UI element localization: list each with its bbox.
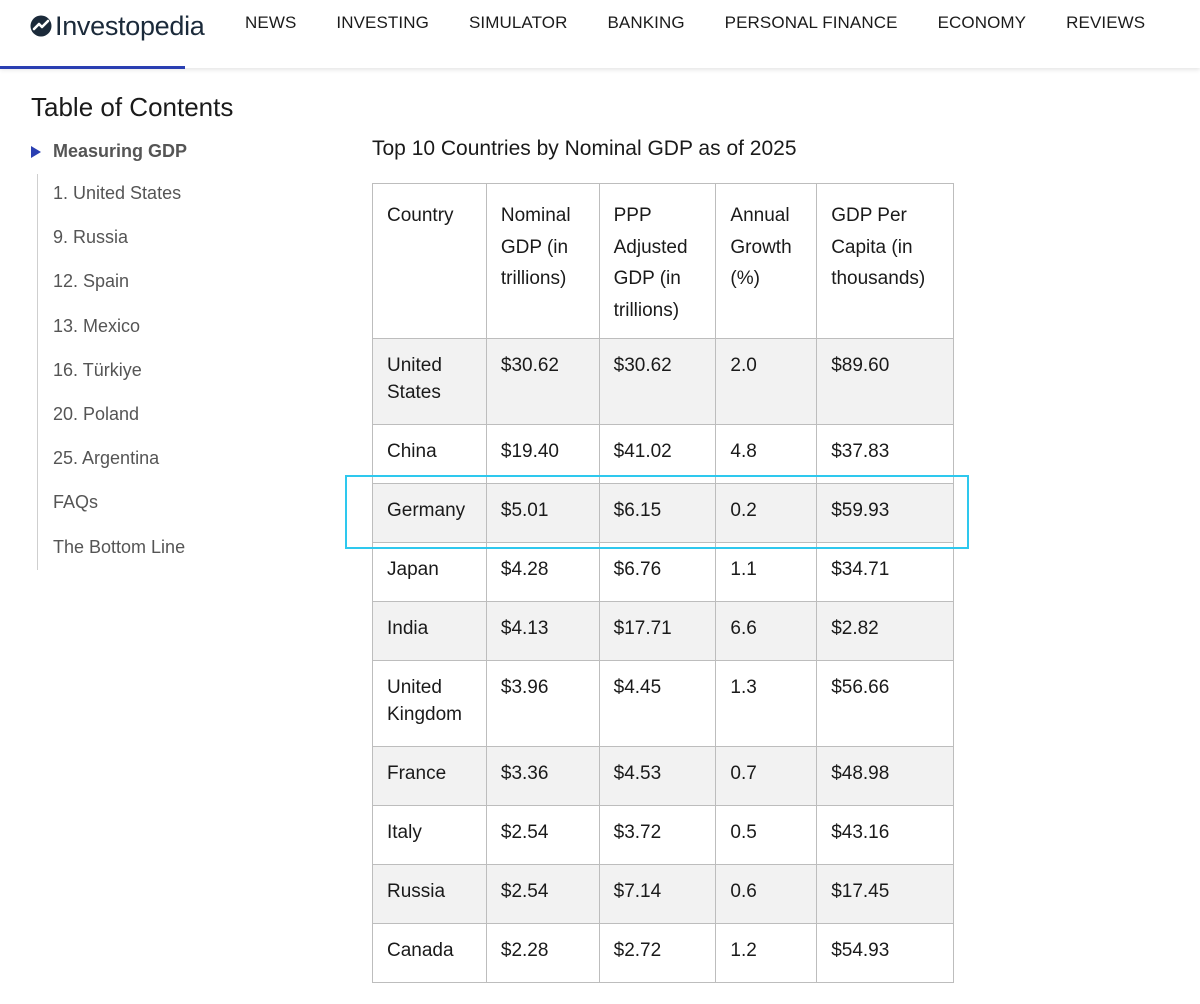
nav-personal-finance[interactable]: PERSONAL FINANCE [725,13,898,33]
toc-item-bottom-line[interactable]: The Bottom Line [53,534,185,578]
cell-country: Canada [372,923,487,983]
nav-reviews[interactable]: REVIEWS [1066,13,1145,33]
cell-country: Russia [372,864,487,924]
table-row: Japan $4.28 $6.76 1.1 $34.71 [372,542,954,602]
cell-per-capita: $48.98 [816,746,954,806]
cell-country: India [372,601,487,661]
header-nominal-gdp: Nominal GDP (in trillions) [485,183,600,339]
gdp-table: Country Nominal GDP (in trillions) PPP A… [372,183,954,983]
toc-current-label: Measuring GDP [53,141,188,161]
nav-investing[interactable]: INVESTING [336,13,429,33]
site-header: Investopedia NEWS INVESTING SIMULATOR BA… [0,0,1200,68]
nav-banking[interactable]: BANKING [607,13,684,33]
cell-nominal-gdp: $4.28 [485,542,600,602]
table-title: Top 10 Countries by Nominal GDP as of 20… [372,137,797,160]
cell-growth: 1.1 [715,542,818,602]
table-row: India $4.13 $17.71 6.6 $2.82 [372,601,954,661]
cell-country: United States [372,338,487,425]
toc-item-russia[interactable]: 9. Russia [53,224,185,268]
header-gdp-per-capita: GDP Per Capita (in thousands) [816,183,954,339]
logo-text: Investopedia [55,10,205,41]
table-row: France $3.36 $4.53 0.7 $48.98 [372,746,954,806]
toc-current-item[interactable]: Measuring GDP [31,141,187,162]
cell-growth: 1.2 [715,923,818,983]
triangle-right-icon [31,145,41,158]
toc-item-turkiye[interactable]: 16. Türkiye [53,357,185,401]
cell-nominal-gdp: $2.54 [485,805,600,865]
nav-economy[interactable]: ECONOMY [938,13,1027,33]
table-row: Germany $5.01 $6.15 0.2 $59.93 [372,483,954,543]
cell-growth: 2.0 [715,338,818,425]
cell-growth: 4.8 [715,424,818,484]
cell-ppp-gdp: $7.14 [598,864,717,924]
cell-ppp-gdp: $17.71 [598,601,717,661]
nav-news[interactable]: NEWS [245,13,296,33]
header-ppp-gdp: PPP Adjusted GDP (in trillions) [598,183,717,339]
cell-per-capita: $89.60 [816,338,954,425]
cell-per-capita: $2.82 [816,601,954,661]
cell-per-capita: $43.16 [816,805,954,865]
toc-item-poland[interactable]: 20. Poland [53,401,185,445]
cell-per-capita: $56.66 [816,660,954,747]
cell-growth: 0.2 [715,483,818,543]
cell-growth: 0.6 [715,864,818,924]
cell-per-capita: $37.83 [816,424,954,484]
cell-ppp-gdp: $30.62 [598,338,717,425]
cell-growth: 1.3 [715,660,818,747]
table-row: Italy $2.54 $3.72 0.5 $43.16 [372,805,954,865]
toc-list: 1. United States 9. Russia 12. Spain 13.… [53,180,185,578]
table-row: United Kingdom $3.96 $4.45 1.3 $56.66 [372,660,954,747]
cell-country: France [372,746,487,806]
table-row: China $19.40 $41.02 4.8 $37.83 [372,424,954,484]
cell-nominal-gdp: $30.62 [485,338,600,425]
cell-growth: 6.6 [715,601,818,661]
cell-per-capita: $59.93 [816,483,954,543]
cell-nominal-gdp: $4.13 [485,601,600,661]
investopedia-logo-icon [30,15,52,37]
toc-divider [37,174,38,570]
cell-nominal-gdp: $2.28 [485,923,600,983]
cell-nominal-gdp: $2.54 [485,864,600,924]
cell-nominal-gdp: $5.01 [485,483,600,543]
table-row: Russia $2.54 $7.14 0.6 $17.45 [372,864,954,924]
cell-country: Italy [372,805,487,865]
cell-growth: 0.7 [715,746,818,806]
cell-ppp-gdp: $4.45 [598,660,717,747]
nav-simulator[interactable]: SIMULATOR [469,13,568,33]
cell-per-capita: $34.71 [816,542,954,602]
cell-per-capita: $17.45 [816,864,954,924]
cell-country: Germany [372,483,487,543]
cell-ppp-gdp: $6.76 [598,542,717,602]
cell-nominal-gdp: $19.40 [485,424,600,484]
table-header-row: Country Nominal GDP (in trillions) PPP A… [372,183,954,339]
site-logo[interactable]: Investopedia [30,10,205,42]
cell-country: Japan [372,542,487,602]
toc-item-united-states[interactable]: 1. United States [53,180,185,224]
toc-title: Table of Contents [31,92,234,122]
header-country: Country [372,183,487,339]
cell-per-capita: $54.93 [816,923,954,983]
cell-country: China [372,424,487,484]
cell-nominal-gdp: $3.96 [485,660,600,747]
header-progress-bar [0,66,185,69]
cell-ppp-gdp: $4.53 [598,746,717,806]
table-row: Canada $2.28 $2.72 1.2 $54.93 [372,923,954,983]
cell-country: United Kingdom [372,660,487,747]
cell-nominal-gdp: $3.36 [485,746,600,806]
table-row: United States $30.62 $30.62 2.0 $89.60 [372,338,954,425]
toc-item-faqs[interactable]: FAQs [53,489,185,533]
cell-ppp-gdp: $3.72 [598,805,717,865]
cell-ppp-gdp: $6.15 [598,483,717,543]
cell-ppp-gdp: $2.72 [598,923,717,983]
header-annual-growth: Annual Growth (%) [715,183,818,339]
main-nav: NEWS INVESTING SIMULATOR BANKING PERSONA… [225,13,1165,33]
toc-item-argentina[interactable]: 25. Argentina [53,445,185,489]
cell-ppp-gdp: $41.02 [598,424,717,484]
toc-item-spain[interactable]: 12. Spain [53,268,185,312]
cell-growth: 0.5 [715,805,818,865]
toc-item-mexico[interactable]: 13. Mexico [53,313,185,357]
